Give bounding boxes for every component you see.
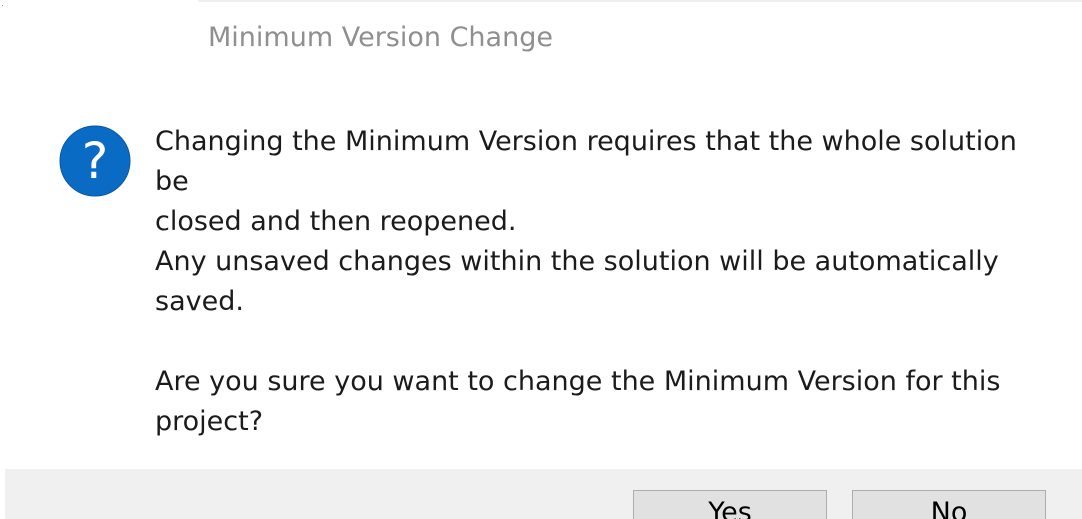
title-bar-edge (198, 0, 1082, 2)
message-dialog: Minimum Version Change ? Changing the Mi… (0, 0, 1082, 519)
question-mark-glyph: ? (82, 132, 109, 190)
message-question-line: project? (155, 406, 264, 437)
yes-button[interactable]: Yes (633, 490, 827, 519)
dialog-message: Changing the Minimum Version requires th… (155, 122, 1045, 442)
corner-artifact (2, 5, 3, 6)
message-question-line: Are you sure you want to change the Mini… (155, 366, 1001, 397)
message-line: closed and then reopened. (155, 206, 517, 237)
message-line: Changing the Minimum Version requires th… (155, 126, 1017, 197)
dialog-title: Minimum Version Change (208, 22, 553, 53)
message-line: saved. (155, 286, 244, 317)
message-line: Any unsaved changes within the solution … (155, 246, 999, 277)
question-icon: ? (59, 125, 131, 197)
no-button[interactable]: No (852, 490, 1046, 519)
